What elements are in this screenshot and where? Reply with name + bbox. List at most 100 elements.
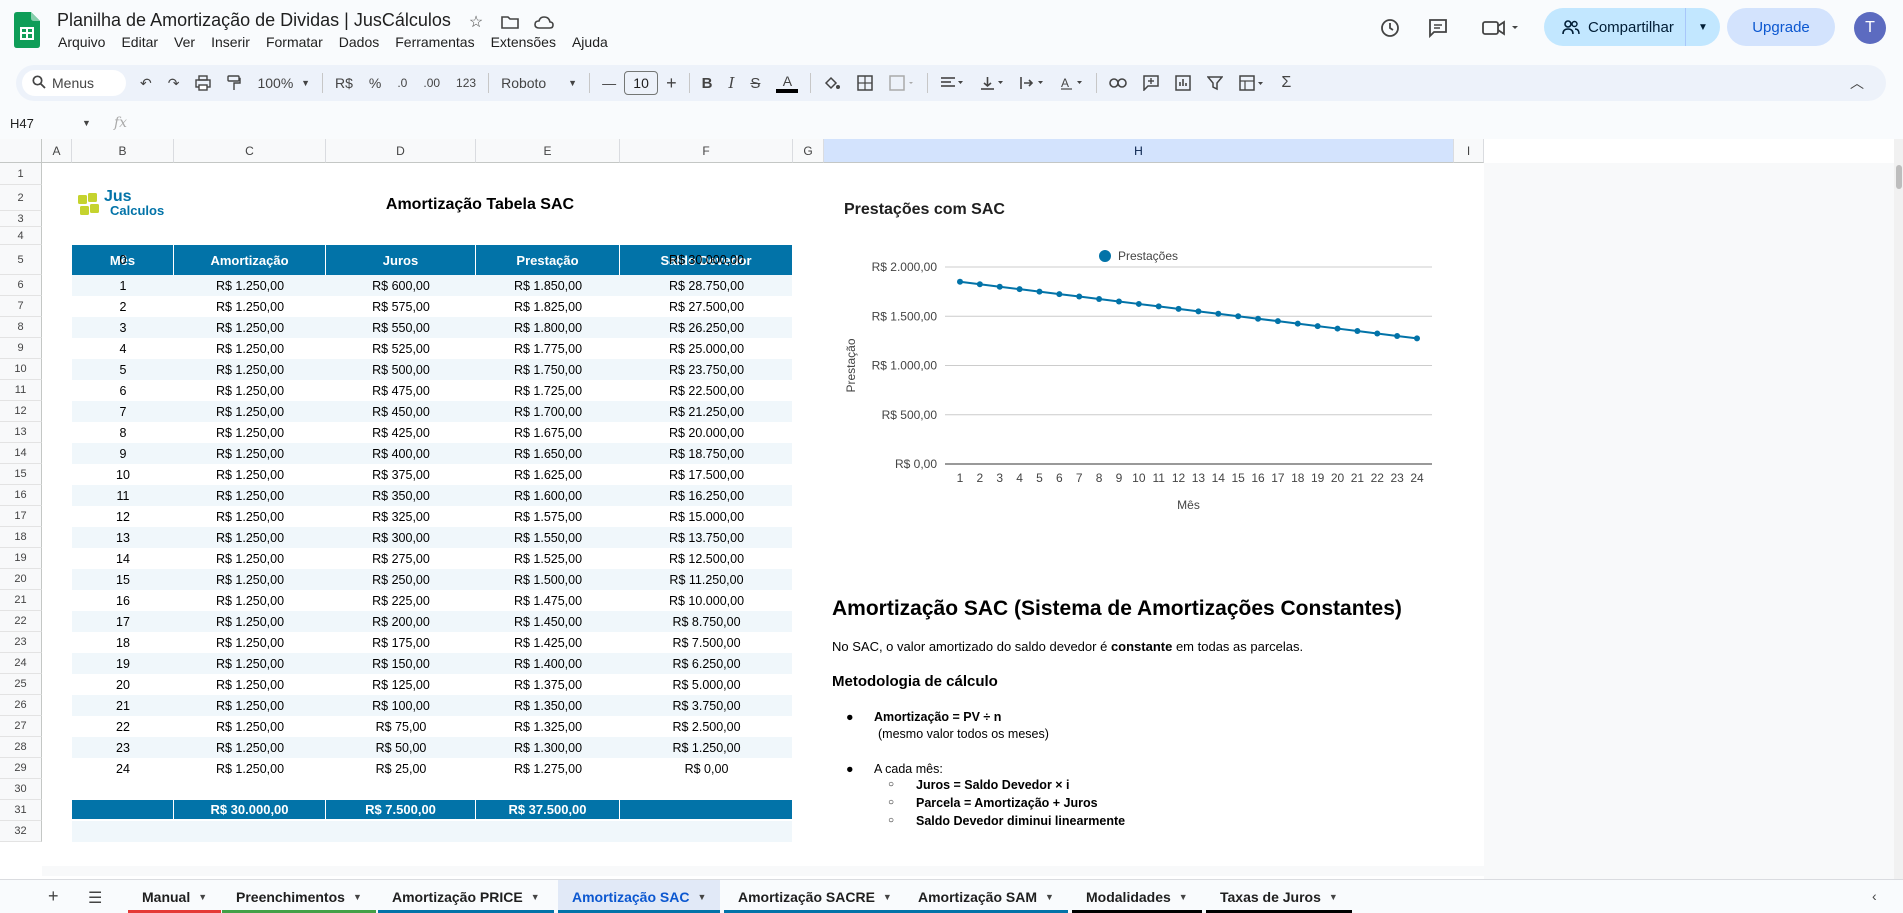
table-cell[interactable]: R$ 1.825,00 (476, 296, 620, 317)
row-header-8[interactable]: 8 (0, 317, 42, 338)
table-cell[interactable]: R$ 100,00 (326, 695, 476, 716)
table-cell[interactable]: R$ 16.250,00 (620, 485, 793, 506)
row-header-23[interactable]: 23 (0, 632, 42, 653)
table-cell[interactable]: 2 (72, 296, 174, 317)
chevron-down-icon[interactable]: ▼ (1329, 892, 1338, 902)
meet-icon[interactable] (1480, 16, 1522, 40)
table-cell[interactable]: R$ 18.750,00 (620, 443, 793, 464)
row-header-7[interactable]: 7 (0, 296, 42, 317)
table-cell[interactable]: R$ 21.250,00 (620, 401, 793, 422)
table-cell[interactable]: R$ 22.500,00 (620, 380, 793, 401)
prestacoes-line-chart[interactable]: R$ 0,00 R$ 500,00 R$ 1.000,00 R$ 1.500,00 R$… (840, 219, 1450, 519)
tab-5[interactable]: Amortização SAM ▼ (904, 880, 1068, 913)
row-header-13[interactable]: 13 (0, 422, 42, 443)
table-cell[interactable]: R$ 1.250,00 (174, 485, 326, 506)
table-cell[interactable]: R$ 1.250,00 (174, 590, 326, 611)
row-header-22[interactable]: 22 (0, 611, 42, 632)
table-cell[interactable]: R$ 25.000,00 (620, 338, 793, 359)
table-cell[interactable]: R$ 1.250,00 (174, 464, 326, 485)
row-header-15[interactable]: 15 (0, 464, 42, 485)
select-all-corner[interactable] (0, 139, 42, 163)
table-cell[interactable]: R$ 1.250,00 (174, 401, 326, 422)
search-menus[interactable]: Menus (22, 70, 126, 96)
table-cell[interactable]: 1 (72, 275, 174, 296)
vertical-scrollbar[interactable] (1894, 139, 1903, 879)
table-cell[interactable]: R$ 600,00 (326, 275, 476, 296)
table-cell[interactable]: R$ 1.325,00 (476, 716, 620, 737)
table-cell[interactable]: R$ 1.675,00 (476, 422, 620, 443)
table-cell[interactable]: R$ 17.500,00 (620, 464, 793, 485)
chevron-down-icon[interactable]: ▼ (82, 118, 91, 128)
total-saldo-devedor[interactable] (620, 800, 793, 819)
share-button[interactable]: Compartilhar ▼ (1544, 8, 1720, 46)
chevron-down-icon[interactable]: ▼ (353, 892, 362, 902)
name-box[interactable]: H47 (10, 116, 34, 131)
table-cell[interactable]: R$ 1.250,00 (174, 758, 326, 779)
row-header-24[interactable]: 24 (0, 653, 42, 674)
row-header-4[interactable]: 4 (0, 227, 42, 245)
table-cell[interactable]: R$ 1.250,00 (174, 506, 326, 527)
row-header-25[interactable]: 25 (0, 674, 42, 695)
table-cell[interactable]: R$ 500,00 (326, 359, 476, 380)
functions-icon[interactable]: Σ (1273, 74, 1299, 92)
table-cell[interactable]: R$ 375,00 (326, 464, 476, 485)
row-header-17[interactable]: 17 (0, 506, 42, 527)
table-cell[interactable]: R$ 1.250,00 (174, 422, 326, 443)
table-cell[interactable]: 15 (72, 569, 174, 590)
table-cell[interactable]: R$ 1.250,00 (174, 737, 326, 758)
table-cell[interactable]: R$ 1.250,00 (174, 380, 326, 401)
column-header-a[interactable]: A (42, 139, 72, 163)
table-cell[interactable]: R$ 27.500,00 (620, 296, 793, 317)
table-cell[interactable]: R$ 11.250,00 (620, 569, 793, 590)
row-header-26[interactable]: 26 (0, 695, 42, 716)
table-cell[interactable]: 12 (72, 506, 174, 527)
table-cell[interactable]: R$ 1.450,00 (476, 611, 620, 632)
table-cell[interactable]: R$ 1.375,00 (476, 674, 620, 695)
table-cell[interactable]: R$ 525,00 (326, 338, 476, 359)
vertical-align-icon[interactable] (972, 76, 1012, 90)
table-cell[interactable]: 20 (72, 674, 174, 695)
share-dropdown-icon[interactable]: ▼ (1686, 22, 1720, 33)
table-cell[interactable] (174, 245, 326, 275)
menu-ajuda[interactable]: Ajuda (564, 34, 616, 50)
text-wrap-icon[interactable] (1012, 76, 1052, 90)
table-cell[interactable]: R$ 125,00 (326, 674, 476, 695)
comments-icon[interactable] (1426, 16, 1450, 40)
table-cell[interactable]: 23 (72, 737, 174, 758)
chevron-down-icon[interactable]: ▼ (531, 892, 540, 902)
row-header-14[interactable]: 14 (0, 443, 42, 464)
total-mes[interactable] (72, 800, 174, 819)
menu-editar[interactable]: Editar (113, 34, 166, 50)
table-cell[interactable]: R$ 10.000,00 (620, 590, 793, 611)
vertical-scrollbar-thumb[interactable] (1896, 165, 1902, 189)
row-header-9[interactable]: 9 (0, 338, 42, 359)
menu-arquivo[interactable]: Arquivo (50, 34, 113, 50)
row-header-31[interactable]: 31 (0, 800, 42, 821)
table-cell[interactable]: 3 (72, 317, 174, 338)
row-header-27[interactable]: 27 (0, 716, 42, 737)
table-cell[interactable]: R$ 1.725,00 (476, 380, 620, 401)
strikethrough-icon[interactable]: S (742, 75, 768, 92)
row-header-10[interactable]: 10 (0, 359, 42, 380)
menu-formatar[interactable]: Formatar (258, 34, 331, 50)
table-cell[interactable] (326, 245, 476, 275)
column-header-b[interactable]: B (72, 139, 174, 163)
table-cell[interactable]: R$ 15.000,00 (620, 506, 793, 527)
table-cell[interactable]: 7 (72, 401, 174, 422)
table-cell[interactable]: R$ 1.250,00 (174, 632, 326, 653)
tab-1[interactable]: Preenchimentos ▼ (222, 880, 376, 913)
total-prestacao[interactable]: R$ 37.500,00 (476, 800, 620, 819)
table-cell[interactable]: R$ 450,00 (326, 401, 476, 422)
filter-icon[interactable] (1199, 75, 1231, 91)
table-cell[interactable]: R$ 12.500,00 (620, 548, 793, 569)
avatar[interactable]: T (1854, 12, 1886, 44)
row-header-6[interactable]: 6 (0, 275, 42, 296)
add-sheet-icon[interactable]: + (48, 886, 59, 907)
cloud-status-icon[interactable] (534, 12, 554, 32)
row-header-12[interactable]: 12 (0, 401, 42, 422)
table-cell[interactable]: R$ 1.250,00 (174, 653, 326, 674)
table-cell[interactable]: R$ 1.250,00 (620, 737, 793, 758)
table-cell[interactable]: 0 (72, 245, 174, 275)
table-cell[interactable]: R$ 1.600,00 (476, 485, 620, 506)
insert-comment-icon[interactable] (1135, 75, 1167, 91)
